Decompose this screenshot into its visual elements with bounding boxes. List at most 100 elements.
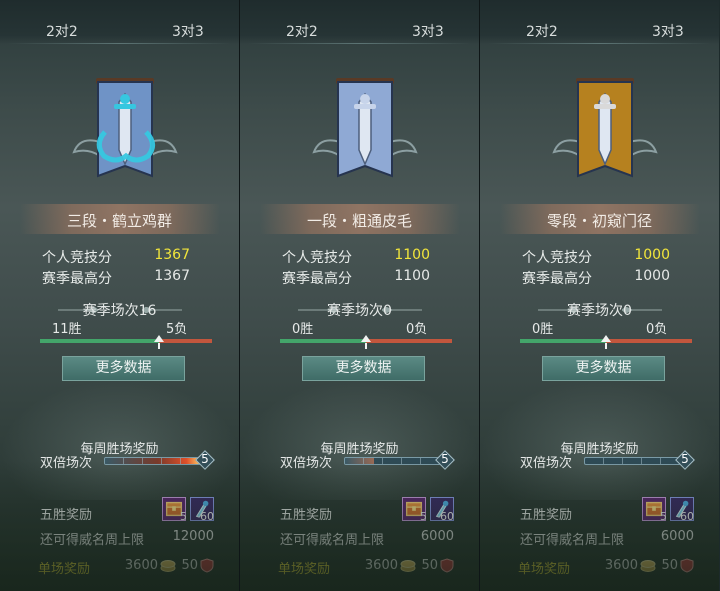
season-best-value: 1100	[394, 268, 430, 284]
shield-icon	[680, 558, 694, 573]
dragon-banner-icon	[72, 78, 178, 178]
mode-tabs: 2对2 3对3	[0, 0, 239, 44]
treasure-chest-icon[interactable]	[162, 497, 186, 521]
mode-tabs: 2对2 3对3	[240, 0, 479, 44]
rank-title: 一段・粗通皮毛	[306, 212, 412, 230]
weekly-cap-label: 还可得威名周上限	[520, 533, 625, 548]
tab-2v2[interactable]: 2对2	[526, 21, 558, 41]
single-match-reward-label: 单场奖励	[518, 562, 571, 577]
panel-divider	[479, 0, 480, 591]
double-progress-ticks	[345, 458, 441, 464]
tab-3v3[interactable]: 3对3	[172, 21, 204, 41]
coin-stack-icon	[160, 560, 176, 572]
personal-score-value: 1367	[154, 247, 190, 263]
more-data-button[interactable]: 更多数据	[302, 356, 425, 381]
more-data-button[interactable]: 更多数据	[542, 356, 665, 381]
weekly-cap-label: 还可得威名周上限	[40, 533, 145, 548]
tab-3v3[interactable]: 3对3	[412, 21, 444, 41]
double-progress-ticks	[105, 458, 201, 464]
token-count: 60	[680, 510, 694, 523]
double-progress-ticks	[585, 458, 681, 464]
sword-banner-icon	[312, 78, 418, 178]
season-best-label: 赛季最高分	[522, 271, 592, 287]
win-rate-marker-icon	[361, 335, 371, 342]
season-best-label: 赛季最高分	[42, 271, 112, 287]
win-loss-bar	[40, 339, 212, 343]
season-matches: 赛季场次16	[82, 303, 157, 319]
rank-panel: 2对2 3对3 一段・粗通皮毛 个人竞技分 1100 赛季最高分 1100 赛季…	[240, 0, 479, 591]
personal-score-value: 1100	[394, 247, 430, 263]
single-match-reward-label: 单场奖励	[278, 562, 331, 577]
honor-reward-value: 50	[661, 558, 678, 573]
season-matches: 赛季场次0	[327, 303, 392, 319]
weekly-cap-value: 6000	[420, 529, 454, 544]
honor-reward-value: 50	[421, 558, 438, 573]
double-progress-bar	[344, 457, 442, 465]
win-rate-marker-line	[365, 343, 367, 349]
season-matches: 赛季场次0	[567, 303, 632, 319]
five-win-reward-label: 五胜奖励	[40, 508, 93, 523]
double-count-value: 5	[201, 452, 209, 466]
blue-token-icon[interactable]	[430, 497, 454, 521]
blue-token-icon[interactable]	[670, 497, 694, 521]
rank-title: 零段・初窥门径	[546, 212, 652, 230]
rank-panel: 2对2 3对3 零段・初窥门径 个人竞技分 1000 赛季最高分 1000 赛季…	[480, 0, 719, 591]
coin-reward-value: 3600	[604, 558, 638, 573]
five-win-reward-label: 五胜奖励	[280, 508, 333, 523]
mode-tabs: 2对2 3对3	[480, 0, 719, 44]
rank-panel: 2对2 3对3 三段・鹤立鸡群 个人竞技分 1367 赛季最高分 1367 赛季…	[0, 0, 239, 591]
personal-score-label: 个人竞技分	[282, 250, 352, 266]
win-rate-marker-icon	[601, 335, 611, 342]
treasure-chest-icon[interactable]	[402, 497, 426, 521]
token-count: 60	[440, 510, 454, 523]
shield-icon	[200, 558, 214, 573]
double-progress-bar	[584, 457, 682, 465]
win-fill	[280, 339, 366, 343]
chest-count: 5	[180, 510, 187, 523]
win-rate-marker-line	[157, 343, 160, 349]
double-count-label: 双倍场次	[280, 456, 333, 471]
win-rate-marker-icon	[153, 335, 164, 342]
blue-token-icon[interactable]	[190, 497, 214, 521]
tab-2v2[interactable]: 2对2	[286, 21, 318, 41]
single-match-reward-label: 单场奖励	[38, 562, 91, 577]
tab-2v2[interactable]: 2对2	[46, 21, 78, 41]
weekly-cap-value: 6000	[660, 529, 694, 544]
wins-count: 0胜	[532, 322, 554, 337]
wins-count: 0胜	[292, 322, 314, 337]
wins-count: 11胜	[52, 322, 82, 337]
losses-count: 5负	[166, 322, 188, 337]
rank-title: 三段・鹤立鸡群	[66, 212, 172, 230]
win-fill	[40, 339, 159, 343]
double-count-value: 5	[441, 452, 449, 466]
tab-3v3[interactable]: 3对3	[652, 21, 684, 41]
panel-divider	[239, 0, 240, 591]
coin-reward-value: 3600	[124, 558, 158, 573]
personal-score-label: 个人竞技分	[42, 250, 112, 266]
weekly-cap-label: 还可得威名周上限	[280, 533, 385, 548]
personal-score-label: 个人竞技分	[522, 250, 592, 266]
treasure-chest-icon[interactable]	[642, 497, 666, 521]
honor-reward-value: 50	[181, 558, 198, 573]
season-best-label: 赛季最高分	[282, 271, 352, 287]
shield-icon	[440, 558, 454, 573]
more-data-button[interactable]: 更多数据	[62, 356, 185, 381]
win-fill	[520, 339, 606, 343]
losses-count: 0负	[646, 322, 668, 337]
double-count-value: 5	[681, 452, 689, 466]
rank-panels: 2对2 3对3 三段・鹤立鸡群 个人竞技分 1367 赛季最高分 1367 赛季…	[0, 0, 720, 591]
weekly-cap-value: 12000	[172, 529, 214, 544]
season-best-value: 1000	[634, 268, 670, 284]
double-count-label: 双倍场次	[520, 456, 573, 471]
losses-count: 0负	[406, 322, 428, 337]
coin-stack-icon	[400, 560, 416, 572]
token-count: 60	[200, 510, 214, 523]
win-rate-marker-line	[605, 343, 607, 349]
five-win-reward-label: 五胜奖励	[520, 508, 573, 523]
chest-count: 5	[660, 510, 667, 523]
personal-score-value: 1000	[634, 247, 670, 263]
chest-count: 5	[420, 510, 427, 523]
double-count-label: 双倍场次	[40, 456, 93, 471]
coin-reward-value: 3600	[364, 558, 398, 573]
coin-stack-icon	[640, 560, 656, 572]
